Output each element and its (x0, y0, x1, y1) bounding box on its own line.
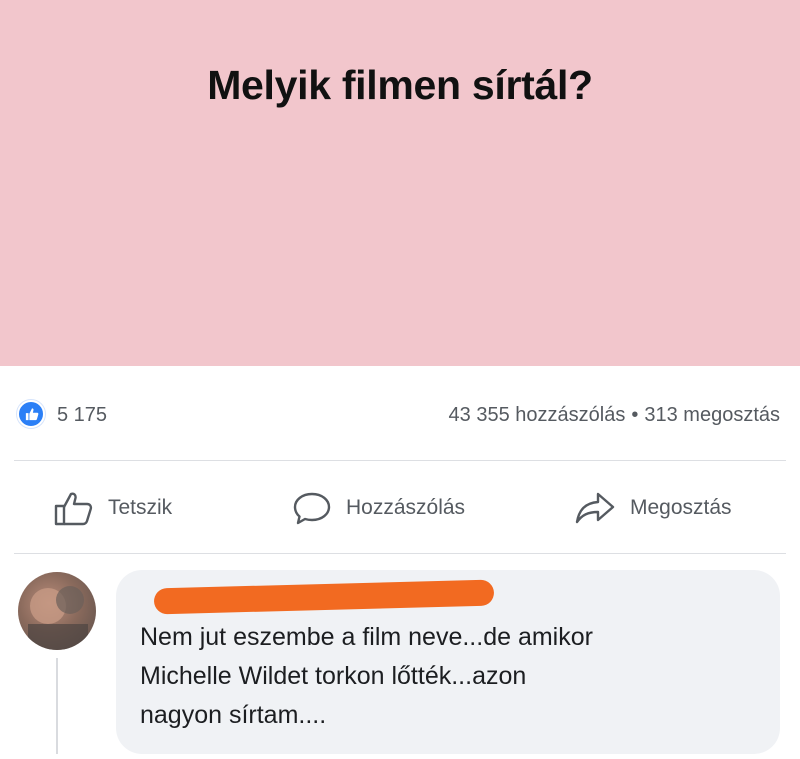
share-button[interactable]: Megosztás (574, 480, 732, 536)
stats-bar: 5 175 43 355 hozzászólás • 313 megosztás (0, 392, 800, 440)
like-button[interactable]: Tetszik (52, 480, 172, 536)
post-image[interactable]: Melyik filmen sírtál? (0, 0, 800, 366)
share-button-label: Megosztás (630, 496, 732, 519)
redaction-mark (153, 579, 495, 615)
separator-dot: • (631, 404, 639, 426)
comment-item: Nem jut eszembe a film neve...de amikor … (0, 560, 800, 759)
action-bar: Tetszik Hozzászólás Megosztás (0, 480, 800, 536)
share-count[interactable]: 313 megosztás (644, 404, 780, 426)
share-arrow-icon (575, 492, 615, 524)
post-image-title: Melyik filmen sírtál? (207, 62, 593, 108)
divider-top (14, 460, 786, 461)
comment-text-line: Michelle Wildet torkon lőtték...azon (140, 662, 527, 690)
commenter-avatar[interactable] (18, 572, 96, 650)
comment-count[interactable]: 43 355 hozzászólás (449, 404, 626, 426)
comment-text-line: nagyon sírtam.... (140, 701, 327, 729)
comment-bubble-icon (293, 492, 331, 525)
like-reaction-badge[interactable] (17, 400, 45, 428)
comment-bubble[interactable]: Nem jut eszembe a film neve...de amikor … (116, 570, 780, 754)
like-count[interactable]: 5 175 (57, 404, 107, 427)
engagement-summary: 43 355 hozzászólás • 313 megosztás (449, 404, 780, 427)
avatar-photo (28, 586, 88, 650)
like-icon (25, 408, 39, 421)
thread-line (56, 658, 58, 754)
thumbs-up-icon (54, 492, 93, 526)
comment-text-line: Nem jut eszembe a film neve...de amikor (140, 623, 593, 651)
like-button-label: Tetszik (108, 496, 173, 519)
comment-button[interactable]: Hozzászólás (292, 480, 465, 536)
comment-text: Nem jut eszembe a film neve...de amikor … (140, 618, 760, 735)
comment-button-label: Hozzászólás (346, 496, 466, 519)
divider-bottom (14, 553, 786, 554)
